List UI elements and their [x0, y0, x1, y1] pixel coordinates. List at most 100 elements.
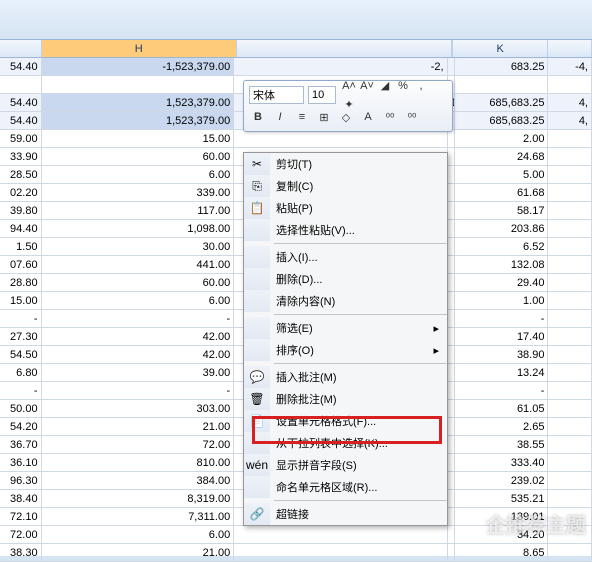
- toolbar-button[interactable]: ⁰⁰: [403, 108, 421, 126]
- cell[interactable]: 54.20: [0, 418, 42, 435]
- cell[interactable]: 58.17: [455, 202, 549, 219]
- cell[interactable]: 339.00: [42, 184, 235, 201]
- cell[interactable]: [448, 454, 455, 471]
- cell[interactable]: 33.90: [0, 148, 42, 165]
- cell[interactable]: 94.40: [0, 220, 42, 237]
- toolbar-button[interactable]: A˄: [340, 77, 358, 95]
- cell[interactable]: 17.40: [455, 328, 549, 345]
- cell[interactable]: 07.60: [0, 256, 42, 273]
- menu-item[interactable]: 插入(I)...: [244, 246, 447, 268]
- cell[interactable]: 42.00: [42, 346, 235, 363]
- cell[interactable]: 42.00: [42, 328, 235, 345]
- cell[interactable]: [448, 238, 455, 255]
- cell[interactable]: [448, 328, 455, 345]
- cell[interactable]: 21.00: [42, 418, 235, 435]
- cell[interactable]: 117.00: [42, 202, 235, 219]
- cell[interactable]: 239.02: [455, 472, 549, 489]
- cell[interactable]: 36.70: [0, 436, 42, 453]
- cell[interactable]: 59.00: [0, 130, 42, 147]
- cell[interactable]: 28.50: [0, 166, 42, 183]
- column-header[interactable]: [237, 40, 453, 57]
- cell[interactable]: [448, 220, 455, 237]
- cell[interactable]: [548, 148, 592, 165]
- cell[interactable]: [234, 130, 447, 147]
- cell[interactable]: [548, 328, 592, 345]
- cell[interactable]: 5.00: [455, 166, 549, 183]
- cell[interactable]: 384.00: [42, 472, 235, 489]
- cell[interactable]: [548, 364, 592, 381]
- cell[interactable]: [548, 76, 592, 93]
- cell[interactable]: [548, 436, 592, 453]
- cell[interactable]: [448, 292, 455, 309]
- menu-item[interactable]: wén显示拼音字段(S): [244, 454, 447, 476]
- cell[interactable]: 28.80: [0, 274, 42, 291]
- cell[interactable]: 72.00: [42, 436, 235, 453]
- cell[interactable]: [548, 508, 592, 525]
- menu-item[interactable]: 从下拉列表中选择(K)...: [244, 432, 447, 454]
- cell[interactable]: 60.00: [42, 148, 235, 165]
- cell[interactable]: 810.00: [42, 454, 235, 471]
- cell[interactable]: [448, 508, 455, 525]
- table-row[interactable]: 72.006.0034.20: [0, 526, 592, 544]
- cell[interactable]: 15.00: [42, 130, 235, 147]
- cell[interactable]: [42, 76, 235, 93]
- cell[interactable]: [0, 76, 42, 93]
- cell[interactable]: 29.40: [455, 274, 549, 291]
- cell[interactable]: [448, 364, 455, 381]
- cell[interactable]: [455, 76, 549, 93]
- menu-item[interactable]: 📋粘贴(P): [244, 197, 447, 219]
- cell[interactable]: 54.40: [0, 58, 42, 75]
- menu-item[interactable]: 💬插入批注(M): [244, 366, 447, 388]
- table-row[interactable]: 59.0015.002.00: [0, 130, 592, 148]
- cell[interactable]: [548, 490, 592, 507]
- cell[interactable]: 6.80: [0, 364, 42, 381]
- cell[interactable]: -2,: [234, 58, 447, 75]
- cell[interactable]: -: [42, 310, 235, 327]
- cell[interactable]: 6.00: [42, 526, 235, 543]
- cell[interactable]: 38.55: [455, 436, 549, 453]
- cell[interactable]: 1,523,379.00: [42, 94, 235, 111]
- cell[interactable]: [548, 256, 592, 273]
- cell[interactable]: 7,311.00: [42, 508, 235, 525]
- menu-item[interactable]: 命名单元格区域(R)...: [244, 476, 447, 498]
- cell[interactable]: 60.00: [42, 274, 235, 291]
- cell[interactable]: 683.25: [455, 58, 549, 75]
- cell[interactable]: -: [42, 382, 235, 399]
- cell[interactable]: 38.30: [0, 544, 42, 561]
- cell[interactable]: [548, 346, 592, 363]
- cell[interactable]: [548, 202, 592, 219]
- cell[interactable]: [548, 472, 592, 489]
- menu-item[interactable]: 删除(D)...: [244, 268, 447, 290]
- cell[interactable]: 38.90: [455, 346, 549, 363]
- cell[interactable]: 38.40: [0, 490, 42, 507]
- cell[interactable]: 6.52: [455, 238, 549, 255]
- cell[interactable]: [548, 292, 592, 309]
- cell[interactable]: [448, 202, 455, 219]
- cell[interactable]: 02.20: [0, 184, 42, 201]
- cell[interactable]: 441.00: [42, 256, 235, 273]
- cell[interactable]: [448, 436, 455, 453]
- cell[interactable]: 54.50: [0, 346, 42, 363]
- cell[interactable]: [448, 148, 455, 165]
- cell[interactable]: [548, 526, 592, 543]
- cell[interactable]: [448, 58, 455, 75]
- cell[interactable]: 15.00: [0, 292, 42, 309]
- cell[interactable]: 8,319.00: [42, 490, 235, 507]
- cell[interactable]: 39.00: [42, 364, 235, 381]
- cell[interactable]: 30.00: [42, 238, 235, 255]
- cell[interactable]: [448, 166, 455, 183]
- cell[interactable]: [448, 418, 455, 435]
- cell[interactable]: -: [455, 382, 549, 399]
- cell[interactable]: 6.00: [42, 292, 235, 309]
- cell[interactable]: [548, 400, 592, 417]
- cell[interactable]: 1,098.00: [42, 220, 235, 237]
- cell[interactable]: [548, 184, 592, 201]
- column-header[interactable]: H: [42, 40, 237, 57]
- cell[interactable]: [448, 310, 455, 327]
- cell[interactable]: [448, 256, 455, 273]
- cell[interactable]: 96.30: [0, 472, 42, 489]
- cell[interactable]: [448, 184, 455, 201]
- cell[interactable]: [448, 490, 455, 507]
- menu-item[interactable]: 筛选(E)▸: [244, 317, 447, 339]
- column-header[interactable]: [0, 40, 42, 57]
